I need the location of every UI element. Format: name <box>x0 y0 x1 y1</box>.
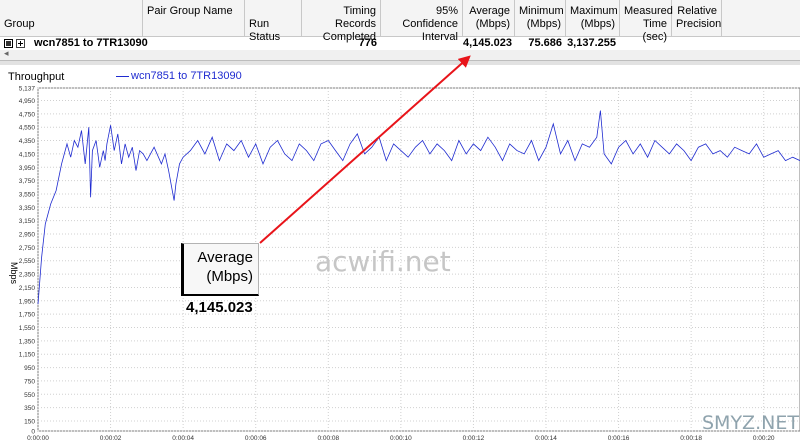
y-tick-label: 3,150 <box>19 218 36 225</box>
y-tick-label: 4,150 <box>19 151 36 158</box>
watermark-corner: SMYZ.NET <box>702 412 799 434</box>
y-tick-label: 2,350 <box>19 272 36 279</box>
x-tick-label: 0:00:12 <box>463 435 485 442</box>
callout-box: Average (Mbps) <box>181 243 259 296</box>
x-tick-label: 0:00:04 <box>172 435 194 442</box>
y-tick-label: 350 <box>24 405 35 412</box>
throughput-chart: 01503505507509501,1501,3501,5501,7501,95… <box>9 55 800 442</box>
callout-value: 4,145.023 <box>186 299 253 316</box>
x-tick-label: 0:00:08 <box>317 435 339 442</box>
x-tick-label: 0:00:10 <box>390 435 412 442</box>
x-tick-label: 0:00:00 <box>27 435 49 442</box>
y-tick-label: 2,950 <box>19 232 36 239</box>
watermark-center: acwifi.net <box>315 245 451 278</box>
y-tick-label: 3,550 <box>19 191 36 198</box>
y-tick-label: 4,350 <box>19 138 36 145</box>
y-tick-label: 5,137 <box>19 86 36 93</box>
y-tick-label: 150 <box>24 418 35 425</box>
y-tick-label: 4,750 <box>19 111 36 118</box>
y-tick-label: 1,950 <box>19 298 36 305</box>
y-tick-label: 3,950 <box>19 165 36 172</box>
y-tick-label: 1,150 <box>19 352 36 359</box>
y-tick-label: 3,350 <box>19 205 36 212</box>
y-tick-label: 750 <box>24 378 35 385</box>
x-tick-label: 0:00:20 <box>753 435 775 442</box>
y-tick-label: 1,750 <box>19 312 36 319</box>
x-tick-label: 0:00:02 <box>100 435 122 442</box>
y-tick-label: 1,350 <box>19 338 36 345</box>
callout-label: Average (Mbps) <box>197 249 253 285</box>
y-tick-label: 550 <box>24 392 35 399</box>
x-tick-label: 0:00:18 <box>680 435 702 442</box>
y-tick-label: 2,550 <box>19 258 36 265</box>
y-tick-label: 2,750 <box>19 245 36 252</box>
y-tick-label: 4,550 <box>19 125 36 132</box>
x-tick-label: 0:00:06 <box>245 435 267 442</box>
y-tick-label: 4,950 <box>19 98 36 105</box>
y-axis-label: Mbps <box>9 262 19 285</box>
y-tick-label: 950 <box>24 365 35 372</box>
x-tick-label: 0:00:16 <box>608 435 630 442</box>
y-tick-label: 2,150 <box>19 285 36 292</box>
x-tick-label: 0:00:14 <box>535 435 557 442</box>
y-tick-label: 1,550 <box>19 325 36 332</box>
y-tick-label: 3,750 <box>19 178 36 185</box>
